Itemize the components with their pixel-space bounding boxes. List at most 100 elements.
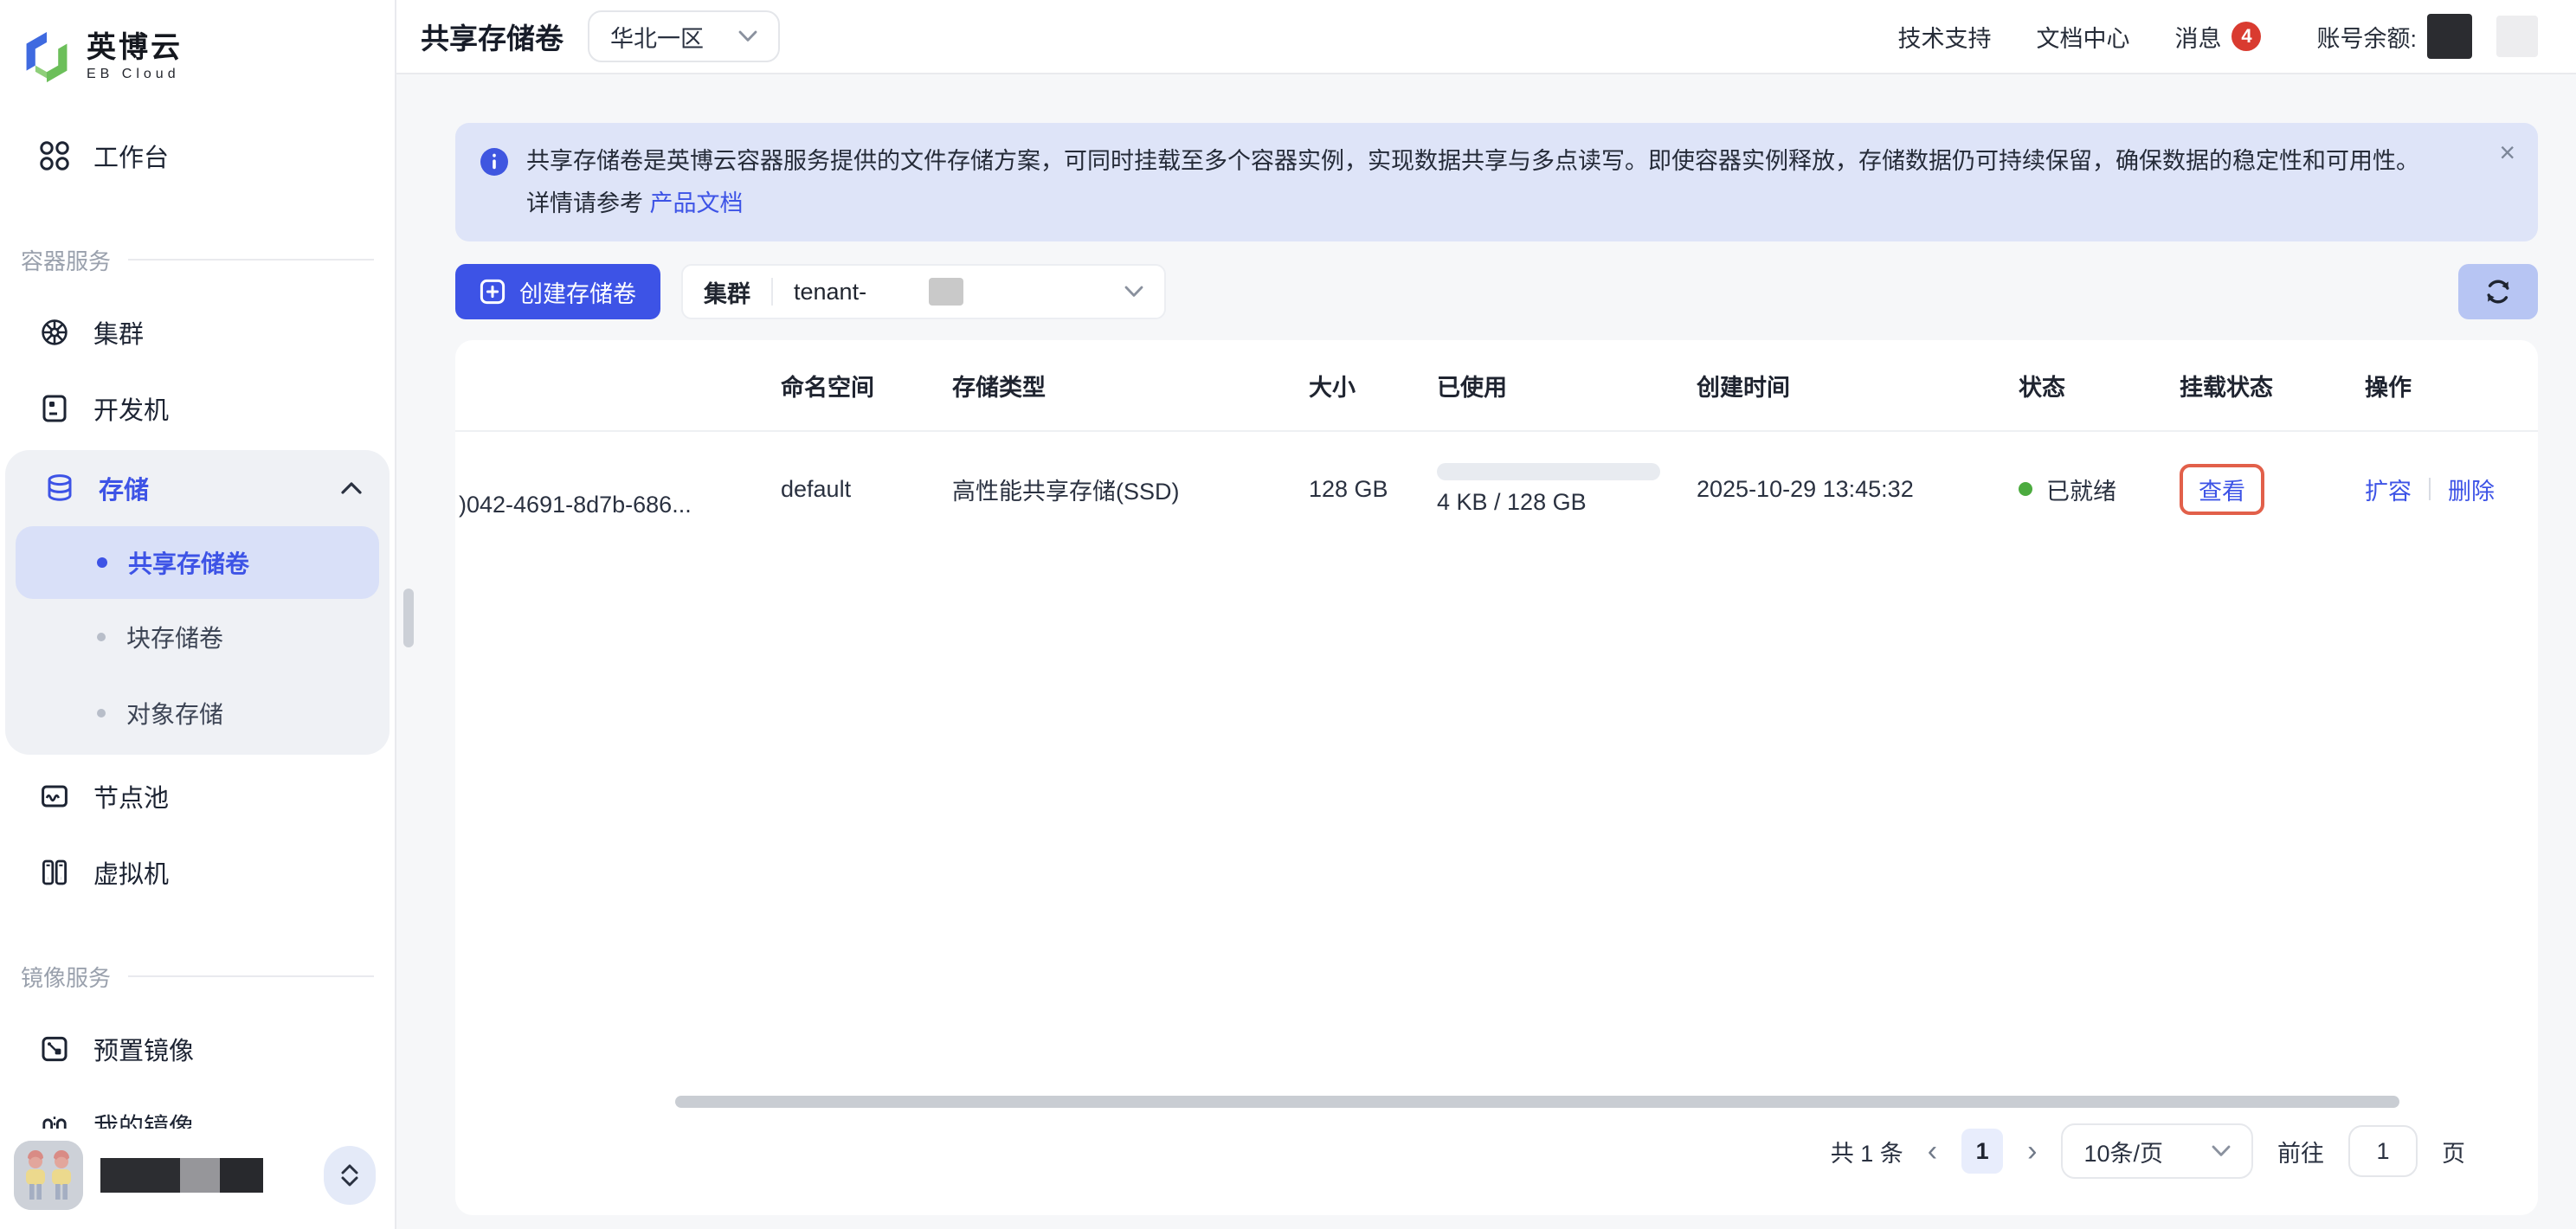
col-header-size: 大小	[1309, 369, 1437, 402]
cell-used: 4 KB / 128 GB	[1437, 463, 1697, 516]
sidebar-item-dev-machine[interactable]: 开发机	[0, 370, 395, 447]
banner-text: 共享存储卷是英博云容器服务提供的文件存储方案，可同时挂载至多个容器实例，实现数据…	[526, 142, 2419, 222]
redacted-balance-unit	[2496, 16, 2538, 57]
header-links: 技术支持 文档中心 消息 4 账号余额:	[1897, 14, 2538, 59]
col-header-created: 创建时间	[1697, 369, 2019, 402]
brand-subtitle: EB Cloud	[87, 67, 183, 82]
section-divider	[128, 259, 374, 261]
action-divider	[2429, 478, 2431, 500]
sidebar-item-virtual-machine[interactable]: 虚拟机	[0, 834, 395, 910]
sidebar-section-container-services: 容器服务	[0, 235, 395, 284]
cluster-select[interactable]: 集群 tenant-	[681, 264, 1166, 319]
main-area: 共享存储卷 华北一区 技术支持 文档中心 消息 4 账号余额:	[396, 0, 2576, 1229]
info-icon	[480, 147, 509, 222]
app-root: 英博云 EB Cloud 工作台 容器服务	[0, 0, 2576, 1229]
avatar[interactable]	[14, 1141, 83, 1210]
grid-icon	[38, 139, 71, 172]
current-page-button[interactable]: 1	[1961, 1129, 2003, 1174]
account-balance: 账号余额:	[2316, 14, 2538, 59]
vertical-divider	[771, 278, 773, 306]
page-title: 共享存储卷	[421, 16, 564, 57]
goto-label: 前往	[2277, 1135, 2324, 1168]
sidebar-item-shared-volume[interactable]: 共享存储卷	[16, 526, 379, 599]
table-header-row: 命名空间 存储类型 大小 已使用 创建时间 状态 挂载状态 操作	[455, 340, 2538, 432]
sidebar-item-object-storage[interactable]: 对象存储	[5, 675, 390, 751]
virtual-machine-icon	[38, 856, 71, 889]
goto-page-input[interactable]	[2348, 1125, 2418, 1177]
sidebar-item-label: 块存储卷	[126, 620, 223, 654]
create-volume-button[interactable]: 创建存储卷	[455, 264, 660, 319]
message-count-badge: 4	[2231, 22, 2261, 51]
sidebar-item-storage[interactable]: 存储	[5, 450, 390, 526]
sidebar-scrollbar-thumb[interactable]	[403, 589, 414, 647]
sidebar-item-label: 集群	[93, 314, 144, 351]
usage-text: 4 KB / 128 GB	[1437, 489, 1683, 516]
bullet-icon	[97, 633, 106, 641]
banner-line2: 详情请参考 产品文档	[526, 184, 2419, 223]
redacted-cluster-name	[929, 278, 963, 306]
cell-storage-type: 高性能共享存储(SSD)	[952, 473, 1309, 506]
messages-link[interactable]: 消息 4	[2174, 20, 2261, 54]
region-select[interactable]: 华北一区	[588, 10, 780, 62]
cell-status: 已就绪	[2019, 473, 2180, 506]
product-doc-link[interactable]: 产品文档	[650, 190, 744, 216]
dev-machine-icon	[38, 392, 71, 425]
redacted-balance	[2427, 14, 2472, 59]
docs-link[interactable]: 文档中心	[2036, 20, 2129, 54]
delete-action-link[interactable]: 删除	[2448, 473, 2495, 506]
sidebar-item-block-volume[interactable]: 块存储卷	[5, 599, 390, 675]
plus-square-icon	[480, 279, 506, 305]
cell-mount-status: 查看	[2180, 464, 2365, 515]
bullet-icon	[97, 557, 107, 568]
bullet-icon	[97, 709, 106, 717]
sidebar-item-node-pool[interactable]: 节点池	[0, 758, 395, 834]
sidebar-item-label: 预置镜像	[93, 1031, 194, 1067]
sidebar-item-label: 虚拟机	[93, 854, 169, 891]
pagination-total: 共 1 条	[1831, 1135, 1903, 1168]
chevron-up-icon	[341, 1164, 358, 1174]
support-link[interactable]: 技术支持	[1897, 20, 1991, 54]
chevron-down-icon	[341, 1176, 358, 1187]
horizontal-scrollbar-thumb[interactable]	[675, 1096, 2399, 1108]
brand-logo[interactable]: 英博云 EB Cloud	[0, 0, 395, 100]
sidebar: 英博云 EB Cloud 工作台 容器服务	[0, 0, 396, 1229]
cell-size: 128 GB	[1309, 476, 1437, 503]
page-size-select[interactable]: 10条/页	[2061, 1123, 2253, 1179]
sidebar-item-label: 节点池	[93, 778, 169, 814]
col-header-namespace: 命名空间	[781, 369, 952, 402]
sidebar-item-label: 存储	[99, 470, 149, 506]
cluster-select-label: 集群	[704, 275, 750, 309]
cell-created-time: 2025-10-29 13:45:32	[1697, 476, 2019, 503]
info-banner: 共享存储卷是英博云容器服务提供的文件存储方案，可同时挂载至多个容器实例，实现数据…	[455, 123, 2538, 241]
goto-unit: 页	[2442, 1135, 2465, 1168]
col-header-used: 已使用	[1437, 369, 1697, 402]
sidebar-item-preset-images[interactable]: 预置镜像	[0, 1011, 395, 1087]
view-mount-link[interactable]: 查看	[2180, 464, 2264, 515]
next-page-button[interactable]: ›	[2027, 1136, 2037, 1166]
chevron-down-icon	[1124, 286, 1143, 298]
page-size-value: 10条/页	[2083, 1135, 2163, 1168]
refresh-button[interactable]	[2458, 264, 2538, 319]
user-area	[0, 1129, 393, 1222]
create-volume-label: 创建存储卷	[519, 275, 636, 309]
usage-progress-bar	[1437, 463, 1660, 480]
banner-close-icon[interactable]: ×	[2499, 138, 2515, 166]
section-label: 镜像服务	[21, 961, 111, 993]
account-switcher-button[interactable]	[324, 1146, 376, 1205]
sidebar-group-storage: 存储 共享存储卷 块存储卷 对象存储	[5, 450, 390, 755]
col-header-type: 存储类型	[952, 369, 1309, 402]
pagination: 共 1 条 ‹ 1 › 10条/页 前往 页	[455, 1111, 2538, 1215]
cell-namespace: default	[781, 476, 952, 503]
chevron-down-icon	[2212, 1145, 2231, 1157]
col-header-mount-status: 挂载状态	[2180, 369, 2365, 402]
database-icon	[43, 472, 76, 505]
cell-volume-name[interactable]: )042-4691-8d7b-686...	[455, 460, 781, 518]
expand-action-link[interactable]: 扩容	[2365, 473, 2412, 506]
content-area: 共享存储卷是英博云容器服务提供的文件存储方案，可同时挂载至多个容器实例，实现数据…	[396, 74, 2576, 1229]
sidebar-item-workbench[interactable]: 工作台	[0, 118, 395, 194]
prev-page-button[interactable]: ‹	[1928, 1136, 1937, 1166]
sidebar-item-cluster[interactable]: 集群	[0, 294, 395, 370]
toolbar: 创建存储卷 集群 tenant-	[455, 264, 2538, 319]
brand-logo-icon	[21, 29, 73, 85]
section-divider	[128, 975, 374, 977]
